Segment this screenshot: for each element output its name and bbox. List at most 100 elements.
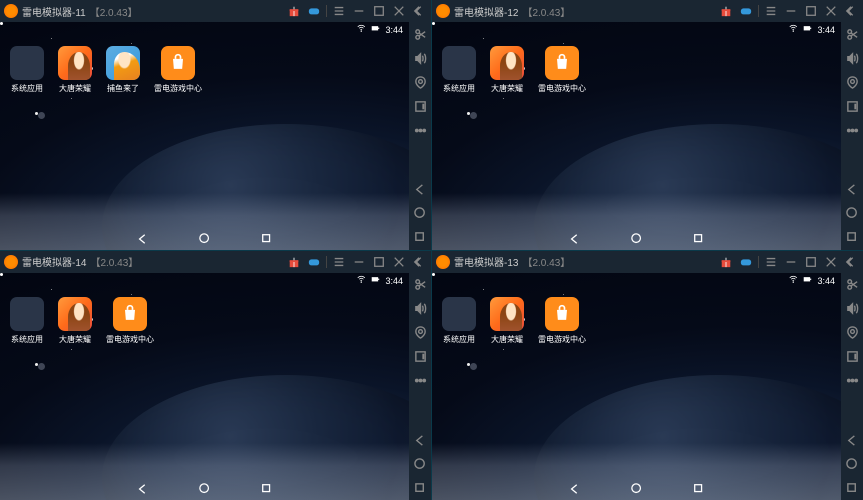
android-screen[interactable]: 3:44 系统应用大唐荣耀雷电游戏中心	[432, 273, 841, 500]
collapse-sidebar-icon[interactable]	[843, 3, 859, 19]
collapse-sidebar-icon[interactable]	[411, 254, 427, 270]
app-launcher[interactable]: 雷电游戏中心	[538, 297, 586, 345]
recent-nav-icon[interactable]	[844, 480, 860, 496]
more-icon[interactable]	[412, 122, 428, 138]
maximize-icon[interactable]	[803, 254, 819, 270]
home-nav-icon[interactable]	[844, 456, 860, 472]
clock: 3:44	[817, 276, 835, 286]
expand-icon[interactable]	[412, 98, 428, 114]
home-button[interactable]	[199, 482, 211, 500]
recent-nav-icon[interactable]	[844, 230, 860, 246]
menu-icon[interactable]	[763, 254, 779, 270]
back-nav-icon[interactable]	[412, 182, 428, 198]
close-icon[interactable]	[391, 254, 407, 270]
location-icon[interactable]	[844, 325, 860, 341]
home-button[interactable]	[199, 232, 211, 250]
app-label: 雷电游戏中心	[106, 334, 154, 345]
more-icon[interactable]	[412, 373, 428, 389]
back-button[interactable]	[569, 482, 581, 500]
scissors-icon[interactable]	[844, 277, 860, 293]
gamepad-icon[interactable]	[738, 3, 754, 19]
maximize-icon[interactable]	[371, 254, 387, 270]
recent-button[interactable]	[261, 482, 273, 500]
menu-icon[interactable]	[763, 3, 779, 19]
collapse-sidebar-icon[interactable]	[843, 254, 859, 270]
more-icon[interactable]	[844, 122, 860, 138]
android-screen[interactable]: 3:44系统应用大唐荣耀雷电游戏中心	[0, 273, 409, 500]
location-icon[interactable]	[844, 74, 860, 90]
minimize-icon[interactable]	[783, 254, 799, 270]
menu-icon[interactable]	[331, 254, 347, 270]
gift-icon[interactable]	[718, 3, 734, 19]
back-nav-icon[interactable]	[412, 432, 428, 448]
back-nav-icon[interactable]	[844, 432, 860, 448]
volume-icon[interactable]	[844, 50, 860, 66]
location-icon[interactable]	[412, 74, 428, 90]
home-nav-icon[interactable]	[412, 456, 428, 472]
expand-icon[interactable]	[844, 98, 860, 114]
app-label: 雷电游戏中心	[538, 334, 586, 345]
back-button[interactable]	[569, 232, 581, 250]
collapse-sidebar-icon[interactable]	[411, 3, 427, 19]
app-launcher[interactable]: 大唐荣耀	[490, 297, 524, 345]
recent-nav-icon[interactable]	[412, 230, 428, 246]
scissors-icon[interactable]	[844, 26, 860, 42]
app-launcher[interactable]: 雷电游戏中心	[106, 297, 154, 345]
version-label: 【2.0.43】	[90, 4, 138, 19]
back-button[interactable]	[137, 482, 149, 500]
volume-icon[interactable]	[412, 301, 428, 317]
app-launcher[interactable]: 雷电游戏中心	[154, 46, 202, 94]
close-icon[interactable]	[823, 254, 839, 270]
app-launcher[interactable]: 雷电游戏中心	[538, 46, 586, 94]
android-statusbar: 3:44	[432, 273, 841, 289]
app-launcher[interactable]: 系统应用	[442, 297, 476, 345]
recent-button[interactable]	[693, 482, 705, 500]
app-launcher[interactable]: 系统应用	[442, 46, 476, 94]
close-icon[interactable]	[391, 3, 407, 19]
android-screen[interactable]: 3:44系统应用大唐荣耀雷电游戏中心	[432, 22, 841, 250]
minimize-icon[interactable]	[351, 254, 367, 270]
gift-icon[interactable]	[718, 254, 734, 270]
location-icon[interactable]	[412, 325, 428, 341]
minimize-icon[interactable]	[351, 3, 367, 19]
menu-icon[interactable]	[331, 3, 347, 19]
expand-icon[interactable]	[844, 349, 860, 365]
more-icon[interactable]	[844, 373, 860, 389]
gift-icon[interactable]	[286, 3, 302, 19]
home-nav-icon[interactable]	[844, 206, 860, 222]
expand-icon[interactable]	[412, 349, 428, 365]
app-launcher[interactable]: 捕鱼来了	[106, 46, 140, 94]
recent-button[interactable]	[261, 232, 273, 250]
maximize-icon[interactable]	[803, 3, 819, 19]
minimize-icon[interactable]	[783, 3, 799, 19]
back-nav-icon[interactable]	[844, 182, 860, 198]
home-button[interactable]	[631, 232, 643, 250]
volume-icon[interactable]	[412, 50, 428, 66]
titlebar: 雷电模拟器-11【2.0.43】	[0, 0, 431, 22]
recent-button[interactable]	[693, 232, 705, 250]
volume-icon[interactable]	[844, 301, 860, 317]
maximize-icon[interactable]	[371, 3, 387, 19]
recent-nav-icon[interactable]	[412, 480, 428, 496]
home-nav-icon[interactable]	[412, 206, 428, 222]
home-button[interactable]	[631, 482, 643, 500]
logo-icon	[436, 4, 450, 18]
app-label: 大唐荣耀	[491, 83, 523, 94]
toolbar-sidebar	[841, 22, 863, 250]
app-launcher[interactable]: 系统应用	[10, 46, 44, 94]
android-screen[interactable]: 3:44系统应用大唐荣耀捕鱼来了雷电游戏中心	[0, 22, 409, 250]
gift-icon[interactable]	[286, 254, 302, 270]
app-launcher[interactable]: 大唐荣耀	[58, 46, 92, 94]
back-button[interactable]	[137, 232, 149, 250]
gamepad-icon[interactable]	[306, 254, 322, 270]
emulator-instance: 雷电模拟器-14【2.0.43】3:44系统应用大唐荣耀雷电游戏中心	[0, 251, 431, 500]
app-launcher[interactable]: 大唐荣耀	[58, 297, 92, 345]
app-launcher[interactable]: 大唐荣耀	[490, 46, 524, 94]
scissors-icon[interactable]	[412, 277, 428, 293]
version-label: 【2.0.43】	[90, 254, 138, 269]
gamepad-icon[interactable]	[306, 3, 322, 19]
scissors-icon[interactable]	[412, 26, 428, 42]
close-icon[interactable]	[823, 3, 839, 19]
gamepad-icon[interactable]	[738, 254, 754, 270]
app-launcher[interactable]: 系统应用	[10, 297, 44, 345]
